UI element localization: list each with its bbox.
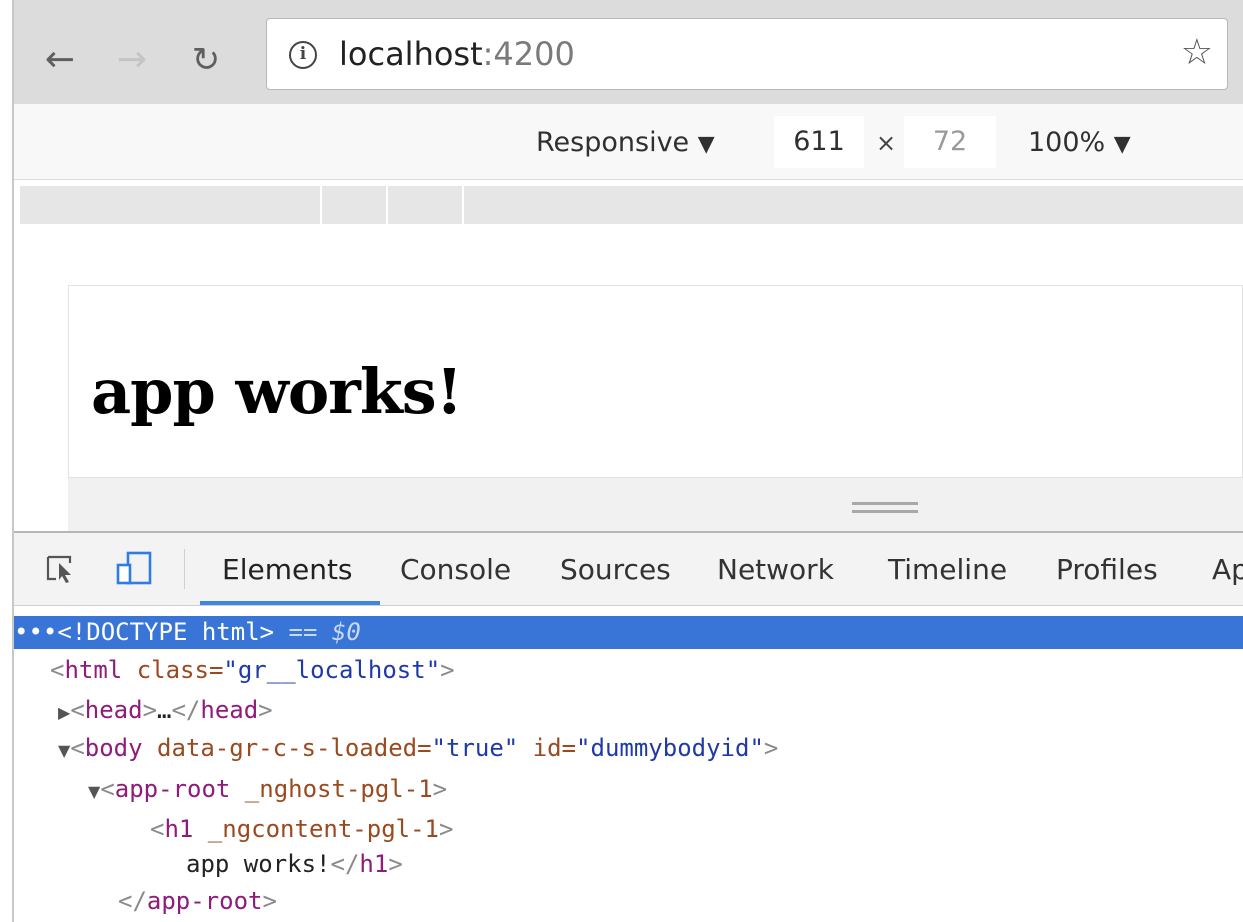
- bracket: <: [70, 696, 85, 724]
- tab-console[interactable]: Console: [400, 552, 511, 588]
- media-divider: [320, 186, 322, 224]
- tab-timeline[interactable]: Timeline: [888, 552, 1007, 588]
- dom-node-h1-text[interactable]: app works!</h1>: [14, 848, 1243, 881]
- elements-panel: •••<!DOCTYPE html> == $0 <html class="gr…: [14, 606, 1243, 922]
- tag-name: html: [64, 656, 123, 684]
- media-divider: [386, 186, 388, 224]
- attr-name: data-gr-c-s-loaded=: [142, 734, 432, 762]
- bracket: >: [439, 815, 454, 843]
- selected-marker: == $0: [274, 618, 361, 646]
- ellipsis-icon[interactable]: •••: [14, 618, 57, 646]
- url-text[interactable]: localhost:4200: [339, 33, 575, 75]
- tag-name: app-root: [114, 775, 231, 803]
- dom-node-head[interactable]: ▶<head>…</head>: [14, 694, 1243, 727]
- bracket: >: [262, 887, 277, 915]
- browser-toolbar: ← → ↻ i localhost:4200 ☆: [14, 0, 1243, 104]
- attr-name: id=: [518, 734, 577, 762]
- bracket: >: [258, 696, 273, 724]
- dom-node-h1[interactable]: <h1 _ngcontent-pgl-1>: [14, 813, 1243, 846]
- attr-name: _ngcontent-pgl-1: [193, 815, 439, 843]
- doctype-text: <!DOCTYPE html>: [57, 618, 275, 646]
- tag-name: body: [84, 734, 143, 762]
- text-node: app works!: [186, 850, 331, 878]
- dom-node-html[interactable]: <html class="gr__localhost">: [14, 654, 1243, 687]
- devtools-tab-bar: Elements Console Sources Network Timelin…: [14, 533, 1243, 606]
- bracket: <: [50, 656, 65, 684]
- tag-name: app-root: [146, 887, 263, 915]
- tag-name: h1: [359, 850, 389, 878]
- bracket: </: [118, 887, 147, 915]
- bracket: >: [440, 656, 455, 684]
- dom-node-app-root-close[interactable]: </app-root>: [14, 885, 1243, 918]
- info-icon[interactable]: i: [289, 41, 317, 69]
- bracket: >: [142, 696, 158, 724]
- collapse-triangle-icon[interactable]: ▼: [88, 782, 100, 801]
- zoom-label: 100%: [1028, 127, 1106, 158]
- tab-elements[interactable]: Elements: [222, 552, 353, 588]
- inspect-element-icon[interactable]: [44, 533, 76, 605]
- width-input[interactable]: 611: [774, 116, 864, 168]
- collapsed-ellipsis: …: [157, 696, 172, 724]
- dom-node-doctype[interactable]: •••<!DOCTYPE html> == $0: [14, 616, 1243, 649]
- reload-icon[interactable]: ↻: [186, 36, 226, 84]
- bracket: >: [388, 850, 403, 878]
- dom-node-app-root[interactable]: ▼<app-root _nghost-pgl-1>: [14, 773, 1243, 806]
- media-query-bar[interactable]: [20, 186, 1243, 224]
- url-port: :4200: [482, 35, 575, 73]
- tab-sources[interactable]: Sources: [560, 552, 671, 588]
- collapse-triangle-icon[interactable]: ▼: [58, 741, 70, 760]
- attr-value: "gr__localhost": [223, 656, 441, 684]
- bracket: <: [70, 734, 85, 762]
- attr-value: "true": [431, 734, 519, 762]
- tag-name: h1: [164, 815, 194, 843]
- zoom-dropdown-icon: ▼: [1113, 132, 1131, 157]
- attr-name: class=: [122, 656, 224, 684]
- emulated-viewport: app works!: [68, 285, 1243, 478]
- bracket: <: [100, 775, 115, 803]
- bracket: </: [330, 850, 360, 878]
- tab-application[interactable]: Ap: [1212, 552, 1243, 588]
- media-divider: [462, 186, 464, 224]
- address-bar[interactable]: i localhost:4200 ☆: [266, 18, 1228, 90]
- times-icon: ×: [876, 129, 897, 157]
- bracket: <: [150, 815, 165, 843]
- device-toggle-icon[interactable]: [114, 533, 158, 605]
- tab-profiles[interactable]: Profiles: [1056, 552, 1158, 588]
- device-dropdown-icon: ▼: [697, 132, 715, 157]
- back-arrow-icon[interactable]: ←: [40, 36, 80, 84]
- device-select[interactable]: Responsive ▼: [536, 126, 715, 162]
- bracket: >: [432, 775, 448, 803]
- star-icon[interactable]: ☆: [1181, 31, 1213, 75]
- device-toolbar: Responsive ▼ 611 × 72 100% ▼: [14, 104, 1243, 180]
- forward-arrow-icon[interactable]: →: [112, 36, 152, 84]
- attr-name: _nghost-pgl-1: [230, 775, 433, 803]
- height-input[interactable]: 72: [904, 116, 996, 168]
- attr-value: "dummybodyid": [576, 734, 764, 762]
- tab-separator: [184, 549, 185, 589]
- bracket: </: [171, 696, 201, 724]
- device-label: Responsive: [536, 127, 690, 158]
- page-heading: app works!: [91, 355, 463, 428]
- resize-handle-icon[interactable]: [852, 502, 918, 514]
- tag-name: head: [84, 696, 143, 724]
- active-tab-indicator: [200, 601, 380, 605]
- url-host: localhost: [339, 35, 483, 73]
- bracket: >: [763, 734, 779, 762]
- tab-network[interactable]: Network: [717, 552, 834, 588]
- expand-triangle-icon[interactable]: ▶: [58, 703, 70, 722]
- zoom-select[interactable]: 100% ▼: [1028, 126, 1131, 162]
- tag-name: head: [200, 696, 259, 724]
- dom-node-body[interactable]: ▼<body data-gr-c-s-loaded="true" id="dum…: [14, 732, 1243, 765]
